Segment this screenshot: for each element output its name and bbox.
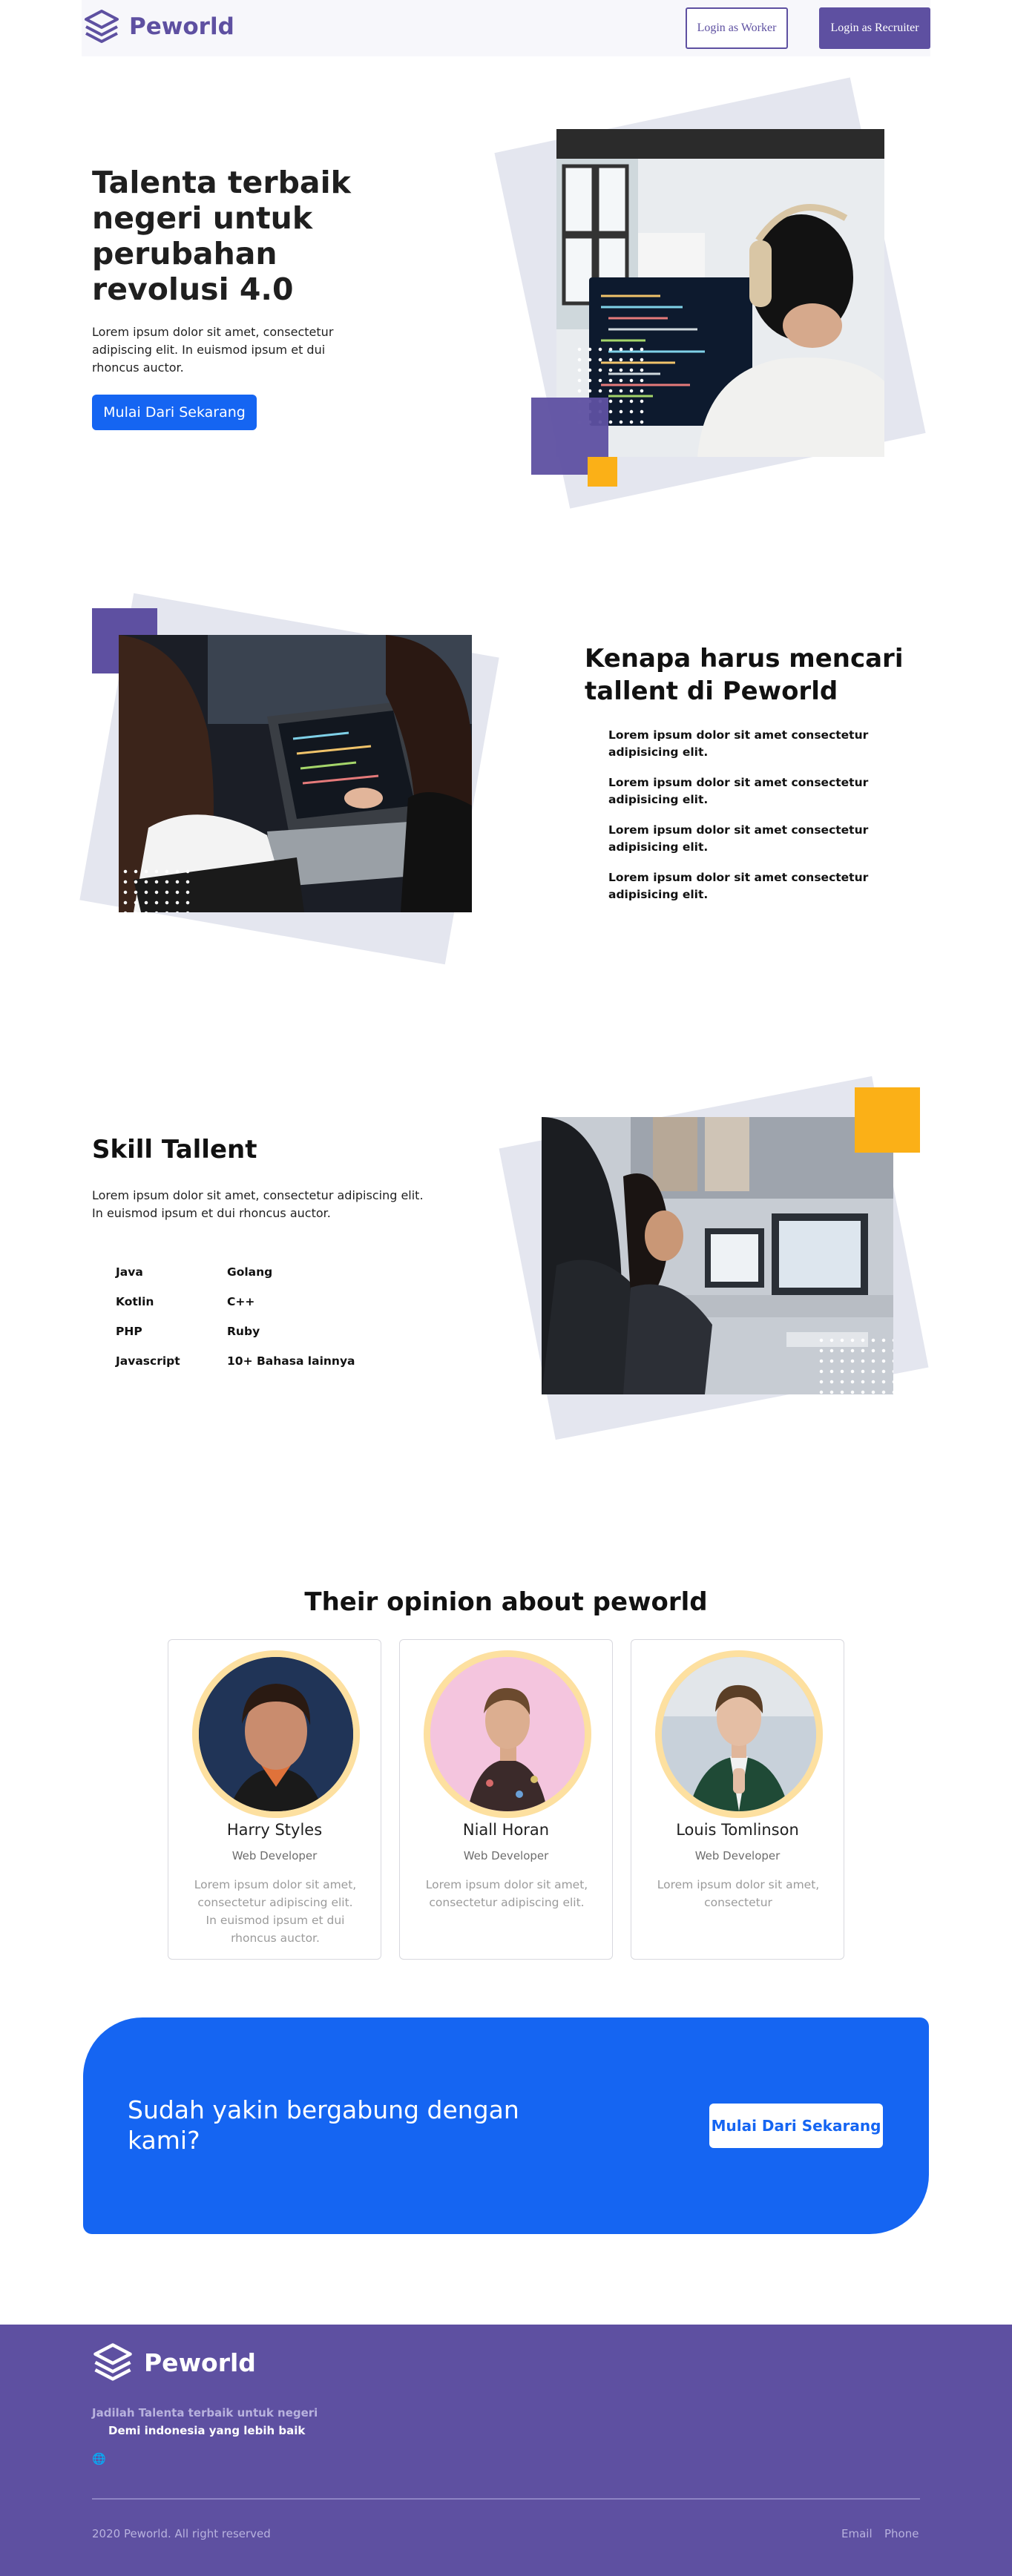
skill-item: PHP — [116, 1325, 142, 1338]
testimonial-card: Harry Styles Web Developer Lorem ipsum d… — [168, 1639, 381, 1960]
peworld-logo-icon — [85, 10, 119, 43]
footer-phone-link[interactable]: Phone — [884, 2527, 919, 2540]
skill-item: 10+ Bahasa lainnya — [227, 1354, 355, 1368]
skills-title: Skill Tallent — [92, 1135, 257, 1165]
login-recruiter-button[interactable]: Login as Recruiter — [819, 7, 930, 49]
testimonial-name: Louis Tomlinson — [676, 1821, 799, 1839]
footer-email-link[interactable]: Email — [841, 2527, 873, 2540]
brand-name: Peworld — [129, 13, 234, 40]
testimonial-card: Louis Tomlinson Web Developer Lorem ipsu… — [631, 1639, 844, 1960]
testimonial-text: Lorem ipsum dolor sit amet, consectetur … — [194, 1878, 357, 1945]
avatar — [424, 1650, 591, 1818]
testimonial-text: Lorem ipsum dolor sit amet, consectetur — [657, 1878, 820, 1909]
skill-item: Golang — [227, 1265, 273, 1279]
skill-item: Java — [116, 1265, 143, 1279]
why-point: Lorem ipsum dolor sit amet consectetur a… — [608, 776, 869, 806]
cta-start-button[interactable]: Mulai Dari Sekarang — [709, 2104, 883, 2148]
why-point: Lorem ipsum dolor sit amet consectetur a… — [608, 728, 869, 759]
why-point: Lorem ipsum dolor sit amet consectetur a… — [608, 871, 869, 901]
footer-brand-name: Peworld — [144, 2348, 256, 2377]
hero-description: Lorem ipsum dolor sit amet, consectetur … — [92, 325, 334, 375]
hero-yellow-square — [588, 457, 617, 487]
testimonial-text: Lorem ipsum dolor sit amet, consectetur … — [425, 1878, 588, 1909]
login-worker-button[interactable]: Login as Worker — [686, 7, 788, 49]
skills-description: Lorem ipsum dolor sit amet, consectetur … — [92, 1188, 424, 1220]
footer-tagline: Jadilah Talenta terbaik untuk negeri — [92, 2406, 318, 2419]
nav-logo[interactable]: Peworld — [83, 9, 234, 45]
cta-text: Sudah yakin bergabung dengan kami? — [128, 2095, 519, 2155]
skills-yellow-square — [855, 1087, 920, 1153]
footer-copyright: 2020 Peworld. All right reserved — [92, 2527, 271, 2540]
testimonial-role: Web Developer — [694, 1849, 781, 1862]
footer-logo[interactable]: Peworld — [92, 2342, 256, 2382]
testimonial-card: Niall Horan Web Developer Lorem ipsum do… — [399, 1639, 613, 1960]
skill-item: C++ — [227, 1295, 255, 1308]
skill-item: Ruby — [227, 1325, 260, 1338]
avatar — [192, 1650, 360, 1818]
why-point: Lorem ipsum dolor sit amet consectetur a… — [608, 823, 869, 854]
testimonial-name: Niall Horan — [462, 1821, 550, 1839]
why-dot-pattern — [120, 866, 193, 912]
hero-start-button[interactable]: Mulai Dari Sekarang — [92, 395, 257, 430]
footer-tagline-secondary: Demi indonesia yang lebih baik — [108, 2424, 306, 2437]
testimonial-role: Web Developer — [463, 1849, 549, 1862]
peworld-logo-icon — [93, 2343, 132, 2381]
skills-dot-pattern — [816, 1335, 893, 1394]
footer: Peworld Jadilah Talenta terbaik untuk ne… — [0, 2325, 1012, 2576]
why-title: Kenapa harus mencari tallent di Peworld — [585, 644, 904, 706]
hero-title: Talenta terbaik negeri untuk perubahan r… — [92, 165, 351, 307]
testimonials-title: Their opinion about peworld — [304, 1587, 708, 1617]
cta-banner: Sudah yakin bergabung dengan kami? Mulai… — [83, 2017, 929, 2234]
page: Peworld Login as Worker Login as Recruit… — [0, 0, 1012, 2576]
skill-item: Kotlin — [116, 1295, 154, 1308]
testimonial-name: Harry Styles — [226, 1821, 323, 1839]
globe-icon: 🌐 — [92, 2452, 106, 2465]
footer-divider — [92, 2498, 920, 2500]
skill-item: Javascript — [116, 1354, 180, 1368]
testimonial-role: Web Developer — [231, 1849, 318, 1862]
avatar — [655, 1650, 823, 1818]
